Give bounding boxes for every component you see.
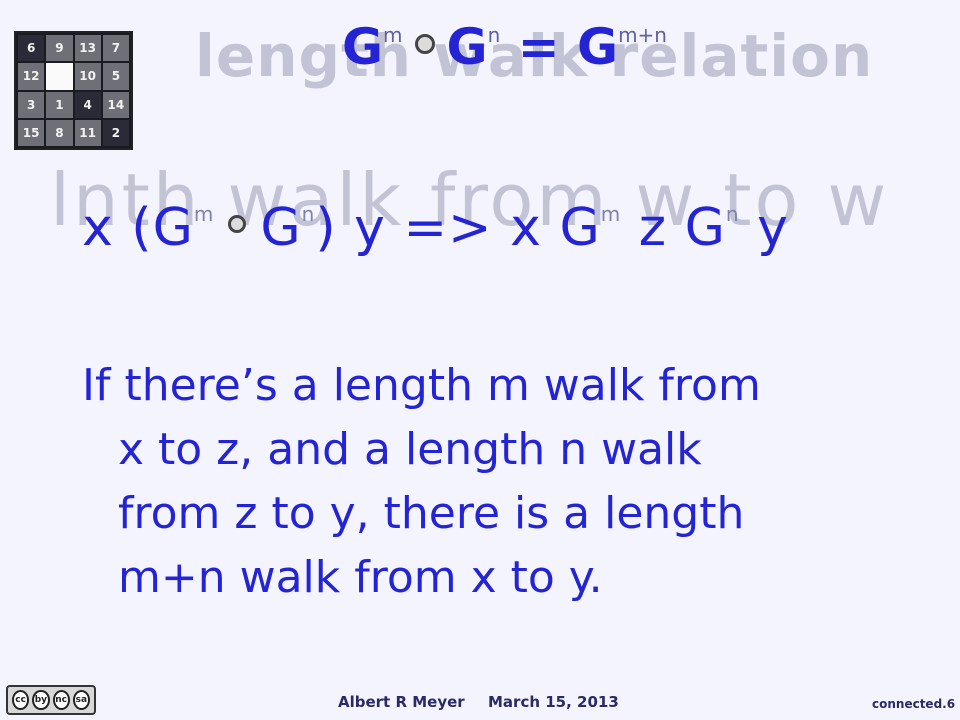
puzzle-tile: 9	[46, 35, 73, 62]
relation-rhs-x: x G	[510, 198, 601, 258]
puzzle-tile: 14	[102, 91, 129, 118]
formula-left: G	[342, 18, 384, 76]
puzzle-tile: 4	[74, 91, 101, 118]
puzzle-tile: 12	[18, 63, 45, 90]
paragraph-line: m+n walk from x to y.	[118, 552, 603, 603]
relation-rhs-z: z G	[638, 198, 726, 258]
puzzle-tile: 11	[74, 119, 101, 146]
puzzle-tile: 7	[102, 35, 129, 62]
slide: 6 9 13 7 12 10 5 3 1 4 14 15 8 11 2 leng…	[0, 0, 960, 720]
formula-result-exponent: m+n	[618, 23, 667, 47]
formula-right-exponent: n	[487, 23, 501, 47]
footer-author: Albert R Meyer	[338, 693, 465, 711]
puzzle-tile: 6	[18, 35, 45, 62]
relation-lhs-open: x (G	[82, 198, 194, 258]
formula-equals: =	[517, 18, 560, 76]
relation-lhs-close: ) y	[315, 198, 386, 258]
formula-right: G	[446, 18, 488, 76]
formula-left-exponent: m	[383, 23, 403, 47]
fifteen-puzzle-logo: 6 9 13 7 12 10 5 3 1 4 14 15 8 11 2	[14, 31, 133, 150]
relation-formula: x (Gm Gn) y => x Gm z Gn y	[82, 198, 789, 258]
paragraph-line: If there’s a length m walk from	[82, 360, 761, 411]
puzzle-tile: 3	[18, 91, 45, 118]
relation-implies: =>	[403, 198, 493, 258]
relation-lhs-mid: G	[260, 198, 302, 258]
compose-circle-icon	[228, 215, 247, 233]
puzzle-tile: 15	[18, 119, 45, 146]
composition-formula: Gm Gn = Gm+n	[342, 18, 667, 76]
relation-rhs-y: y	[757, 198, 789, 258]
creative-commons-license-badge[interactable]: cc by nc sa	[6, 685, 96, 715]
puzzle-tile: 1	[46, 91, 73, 118]
relation-rhs-exp-m: m	[600, 202, 622, 226]
attribution-icon: by	[32, 690, 50, 710]
puzzle-tile: 13	[74, 35, 101, 62]
noncommercial-icon: nc	[52, 690, 70, 710]
paragraph-line: from z to y, there is a length	[118, 488, 745, 539]
footer-date: March 15, 2013	[488, 693, 619, 711]
cc-icon: cc	[12, 690, 30, 710]
puzzle-tile: 8	[46, 119, 73, 146]
explanation-paragraph: If there’s a length m walk from x to z, …	[82, 354, 942, 610]
relation-lhs-exp-m: m	[193, 202, 215, 226]
relation-lhs-exp-n: n	[301, 202, 316, 226]
compose-circle-icon	[414, 34, 435, 54]
puzzle-blank-tile	[46, 63, 73, 90]
footer-slide-id: connected.6	[872, 697, 956, 711]
sharealike-icon: sa	[72, 690, 90, 710]
paragraph-line: x to z, and a length n walk	[118, 424, 702, 475]
relation-rhs-exp-n: n	[725, 202, 740, 226]
formula-result: G	[577, 18, 619, 76]
puzzle-tile: 5	[102, 63, 129, 90]
puzzle-tile: 10	[74, 63, 101, 90]
puzzle-tile: 2	[102, 119, 129, 146]
